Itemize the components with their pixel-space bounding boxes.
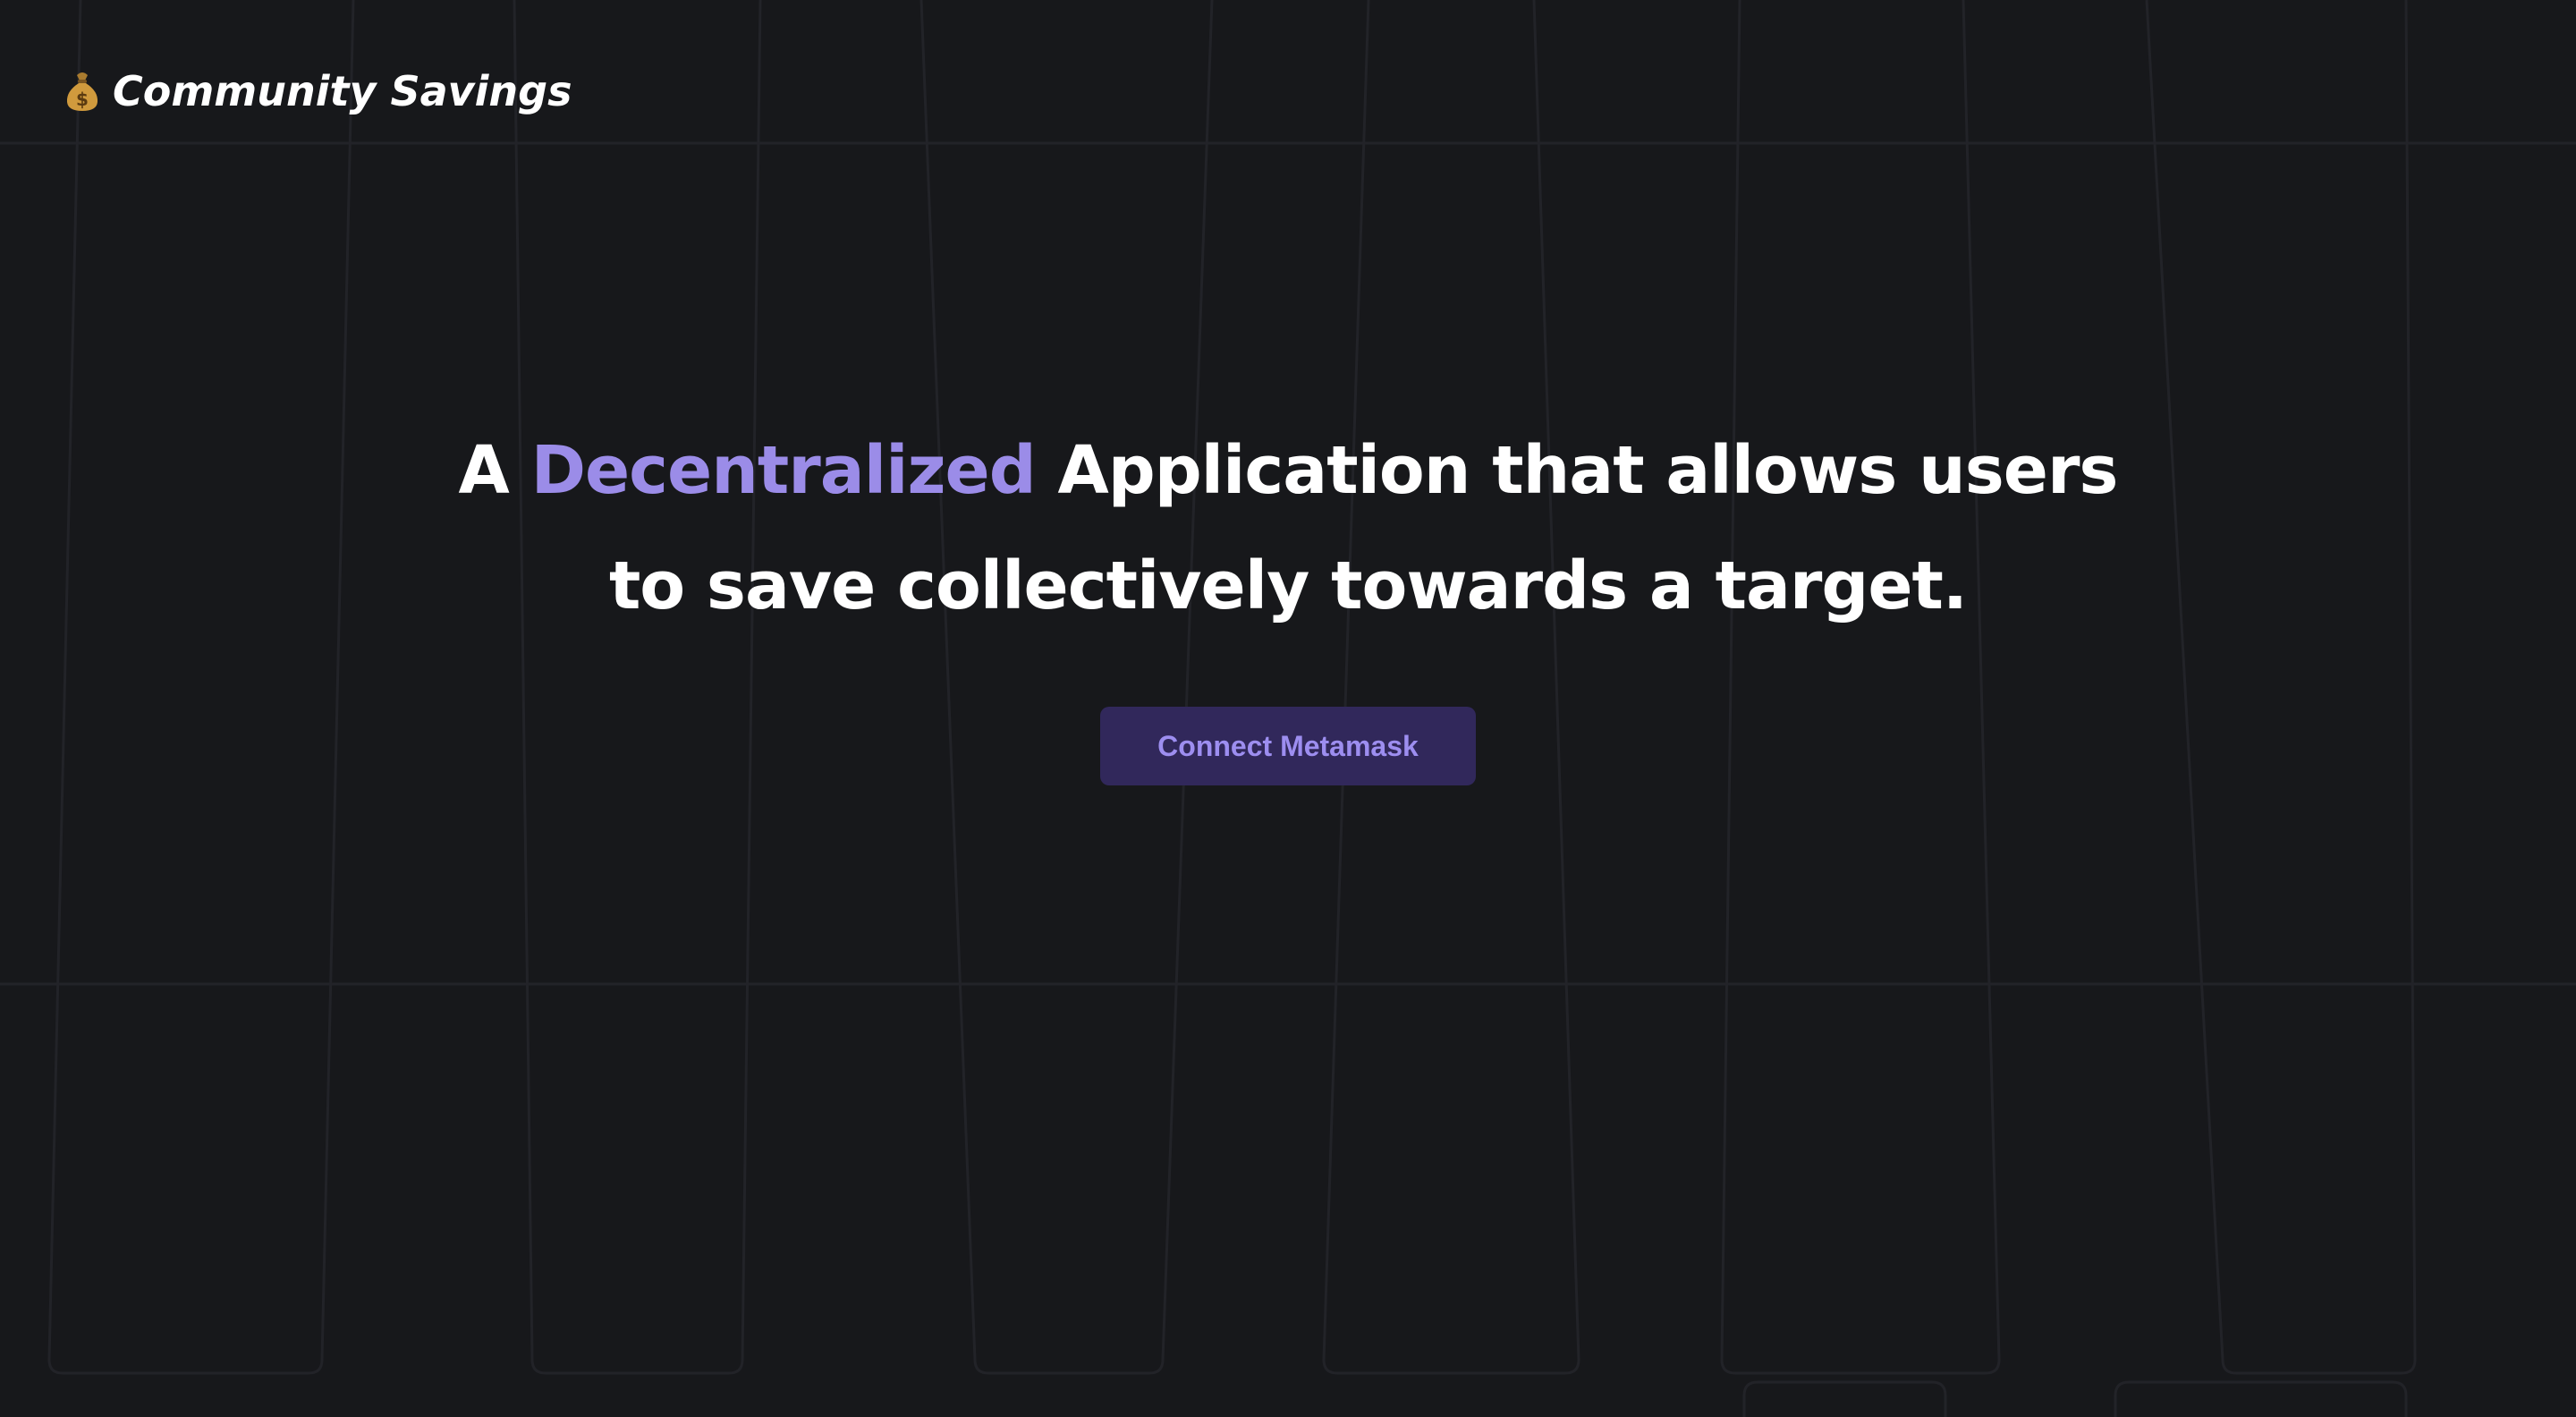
hero-section: A Decentralized Application that allows … — [0, 413, 2576, 644]
app-header: $ Community Savings — [64, 59, 572, 123]
money-bag-icon: $ — [66, 72, 98, 111]
hero-headline: A Decentralized Application that allows … — [0, 413, 2576, 644]
headline-highlight: Decentralized — [530, 432, 1037, 509]
headline-prefix: A — [458, 432, 510, 509]
svg-text:$: $ — [76, 89, 89, 110]
headline-line2: to save collectively towards a target. — [608, 547, 1968, 624]
headline-line1-rest: Application that allows users — [1057, 432, 2118, 509]
app-title: Community Savings — [113, 67, 572, 115]
connect-metamask-button[interactable]: Connect Metamask — [1100, 707, 1476, 785]
